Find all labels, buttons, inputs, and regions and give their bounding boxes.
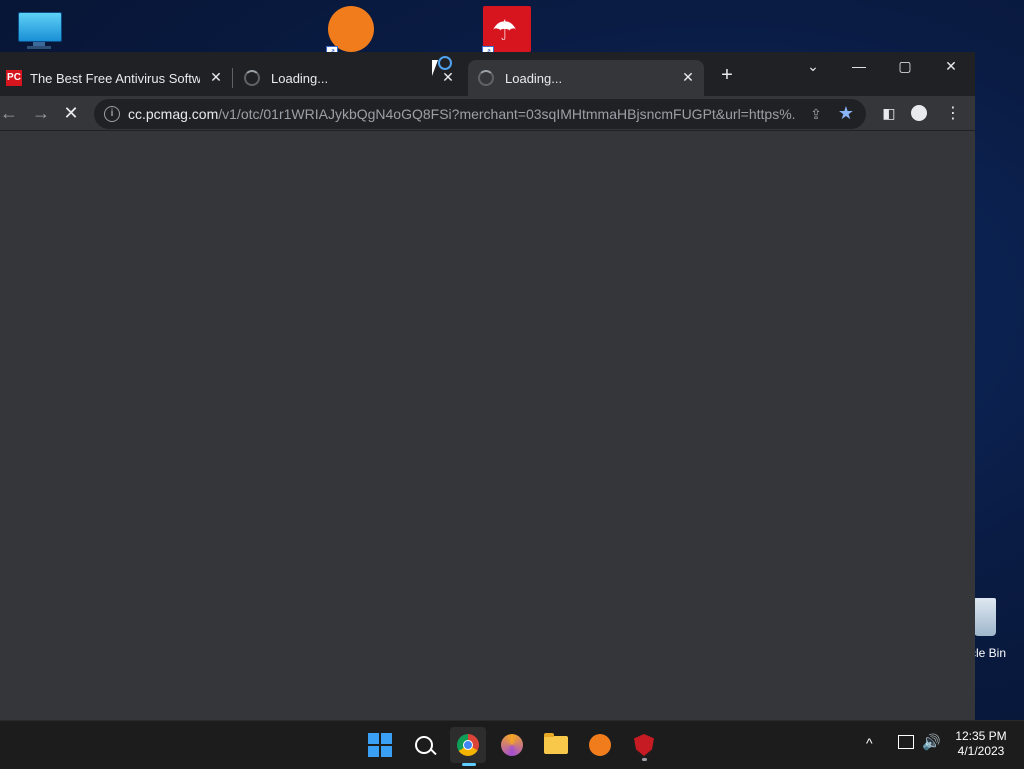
chrome-menu-button[interactable]: ⋮ <box>940 100 966 126</box>
taskbar-file-explorer[interactable] <box>538 727 574 763</box>
start-button[interactable] <box>362 727 398 763</box>
url-text[interactable]: cc.pcmag.com/v1/otc/01r1WRIAJykbQgN4oGQ8… <box>128 106 796 122</box>
taskbar: ^ 🔊 12:35 PM 4/1/2023 <box>0 720 1024 769</box>
tab-title: Loading... <box>271 70 329 86</box>
clock-time: 12:35 PM <box>955 729 1007 743</box>
forward-button[interactable]: → <box>28 100 54 126</box>
avast-desktop-icon[interactable]: ↗ <box>326 6 376 58</box>
new-tab-button[interactable]: + <box>716 64 738 86</box>
this-pc-icon[interactable] <box>16 10 62 50</box>
taskbar-avast-secure-browser[interactable] <box>494 727 530 763</box>
avast-icon <box>589 734 611 756</box>
tray-overflow-chevron-icon[interactable]: ^ <box>866 735 873 751</box>
browser-window: PC The Best Free Antivirus Software ✕ Lo… <box>0 52 975 720</box>
tab-search-button[interactable]: ⌄ <box>790 52 836 80</box>
search-icon <box>415 736 433 754</box>
taskbar-security-app[interactable] <box>626 727 662 763</box>
taskbar-chrome[interactable] <box>450 727 486 766</box>
tab-best-free-antivirus[interactable]: PC The Best Free Antivirus Software ✕ <box>0 60 232 96</box>
windows-logo-icon <box>368 733 392 757</box>
clock-date: 4/1/2023 <box>957 744 1005 758</box>
taskbar-avast[interactable] <box>582 727 618 763</box>
minimize-button[interactable]: — <box>836 52 882 80</box>
tab-strip: PC The Best Free Antivirus Software ✕ Lo… <box>0 52 975 96</box>
tab-title: The Best Free Antivirus Software <box>30 70 200 86</box>
avira-desktop-icon[interactable]: ☂ ↗ <box>482 6 532 58</box>
tab-loading-2[interactable]: Loading... ✕ <box>234 60 464 96</box>
url-host: cc.pcmag.com <box>128 106 219 122</box>
network-icon[interactable] <box>898 735 914 749</box>
recycle-bin-label: cle Bin <box>970 646 1007 660</box>
system-clock[interactable]: 12:35 PM 4/1/2023 <box>946 729 1016 759</box>
share-icon[interactable]: ⇪ <box>806 104 826 124</box>
bookmark-star-icon[interactable]: ★ <box>836 103 856 123</box>
shield-icon <box>634 734 654 756</box>
folder-icon <box>544 733 568 754</box>
taskbar-search-button[interactable] <box>406 727 442 763</box>
address-bar[interactable]: i cc.pcmag.com/v1/otc/01r1WRIAJykbQgN4oG… <box>94 99 866 129</box>
volume-icon[interactable]: 🔊 <box>922 733 941 751</box>
running-indicator <box>642 758 647 761</box>
tab-close-icon[interactable]: ✕ <box>208 69 224 85</box>
active-indicator <box>462 763 476 766</box>
busy-cursor-ring-icon <box>438 56 452 70</box>
pcmag-favicon: PC <box>6 70 22 86</box>
avast-secure-browser-icon <box>501 734 523 756</box>
page-content-blank <box>0 131 975 720</box>
maximize-button[interactable]: ▢ <box>882 52 928 80</box>
side-panel-button[interactable]: ◧ <box>876 100 902 126</box>
back-button[interactable]: ← <box>0 100 22 126</box>
url-path: /v1/otc/01r1WRIAJykbQgN4oGQ8FSi?merchant… <box>218 106 796 122</box>
tab-close-icon[interactable]: ✕ <box>680 69 696 85</box>
tab-loading-active[interactable]: Loading... ✕ <box>468 60 704 96</box>
stop-loading-button[interactable]: ✕ <box>58 100 84 126</box>
close-window-button[interactable]: ✕ <box>928 52 974 80</box>
site-info-icon[interactable]: i <box>104 106 120 122</box>
profile-button[interactable] <box>906 100 932 126</box>
tab-title: Loading... <box>505 70 563 86</box>
tab-divider <box>232 68 233 88</box>
loading-spinner-icon <box>478 70 494 86</box>
chrome-icon <box>457 734 479 756</box>
loading-spinner-icon <box>244 70 260 86</box>
profile-avatar-icon <box>911 105 927 121</box>
browser-toolbar: ← → ✕ i cc.pcmag.com/v1/otc/01r1WRIAJykb… <box>0 96 975 131</box>
